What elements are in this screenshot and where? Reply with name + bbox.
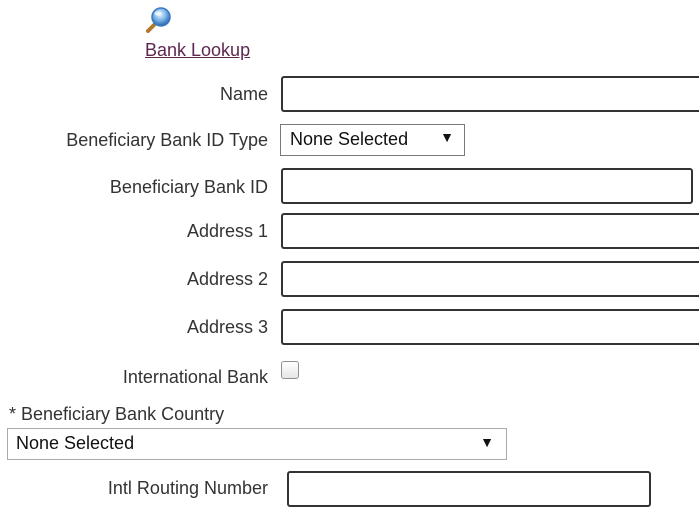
address3-label: Address 3 — [186, 317, 268, 337]
intl-routing-label: Intl Routing Number — [107, 478, 268, 498]
intl-routing-input[interactable] — [287, 471, 651, 507]
address2-label: Address 2 — [186, 269, 268, 289]
bank-id-type-label: Beneficiary Bank ID Type — [66, 130, 268, 150]
country-select[interactable]: None Selected ▼ — [7, 428, 507, 460]
bank-id-type-select[interactable]: None Selected ▼ — [280, 124, 465, 156]
address1-label: Address 1 — [186, 221, 268, 241]
international-bank-checkbox[interactable] — [281, 361, 299, 379]
dropdown-arrow-icon: ▼ — [480, 434, 494, 450]
address1-input[interactable] — [281, 213, 699, 249]
bank-id-type-selected-value: None Selected — [290, 129, 409, 149]
dropdown-arrow-icon: ▼ — [440, 129, 454, 145]
magnifier-icon[interactable] — [146, 5, 174, 33]
address3-input[interactable] — [281, 309, 699, 345]
country-label: * Beneficiary Bank Country — [9, 404, 225, 424]
address2-input[interactable] — [281, 261, 699, 297]
bank-id-label: Beneficiary Bank ID — [109, 177, 268, 197]
name-label: Name — [219, 84, 268, 104]
country-selected-value: None Selected — [16, 433, 135, 453]
bank-lookup-link[interactable]: Bank Lookup — [145, 40, 250, 61]
bank-id-input[interactable] — [281, 168, 693, 204]
name-input[interactable] — [281, 76, 699, 112]
international-bank-label: International Bank — [122, 367, 268, 387]
